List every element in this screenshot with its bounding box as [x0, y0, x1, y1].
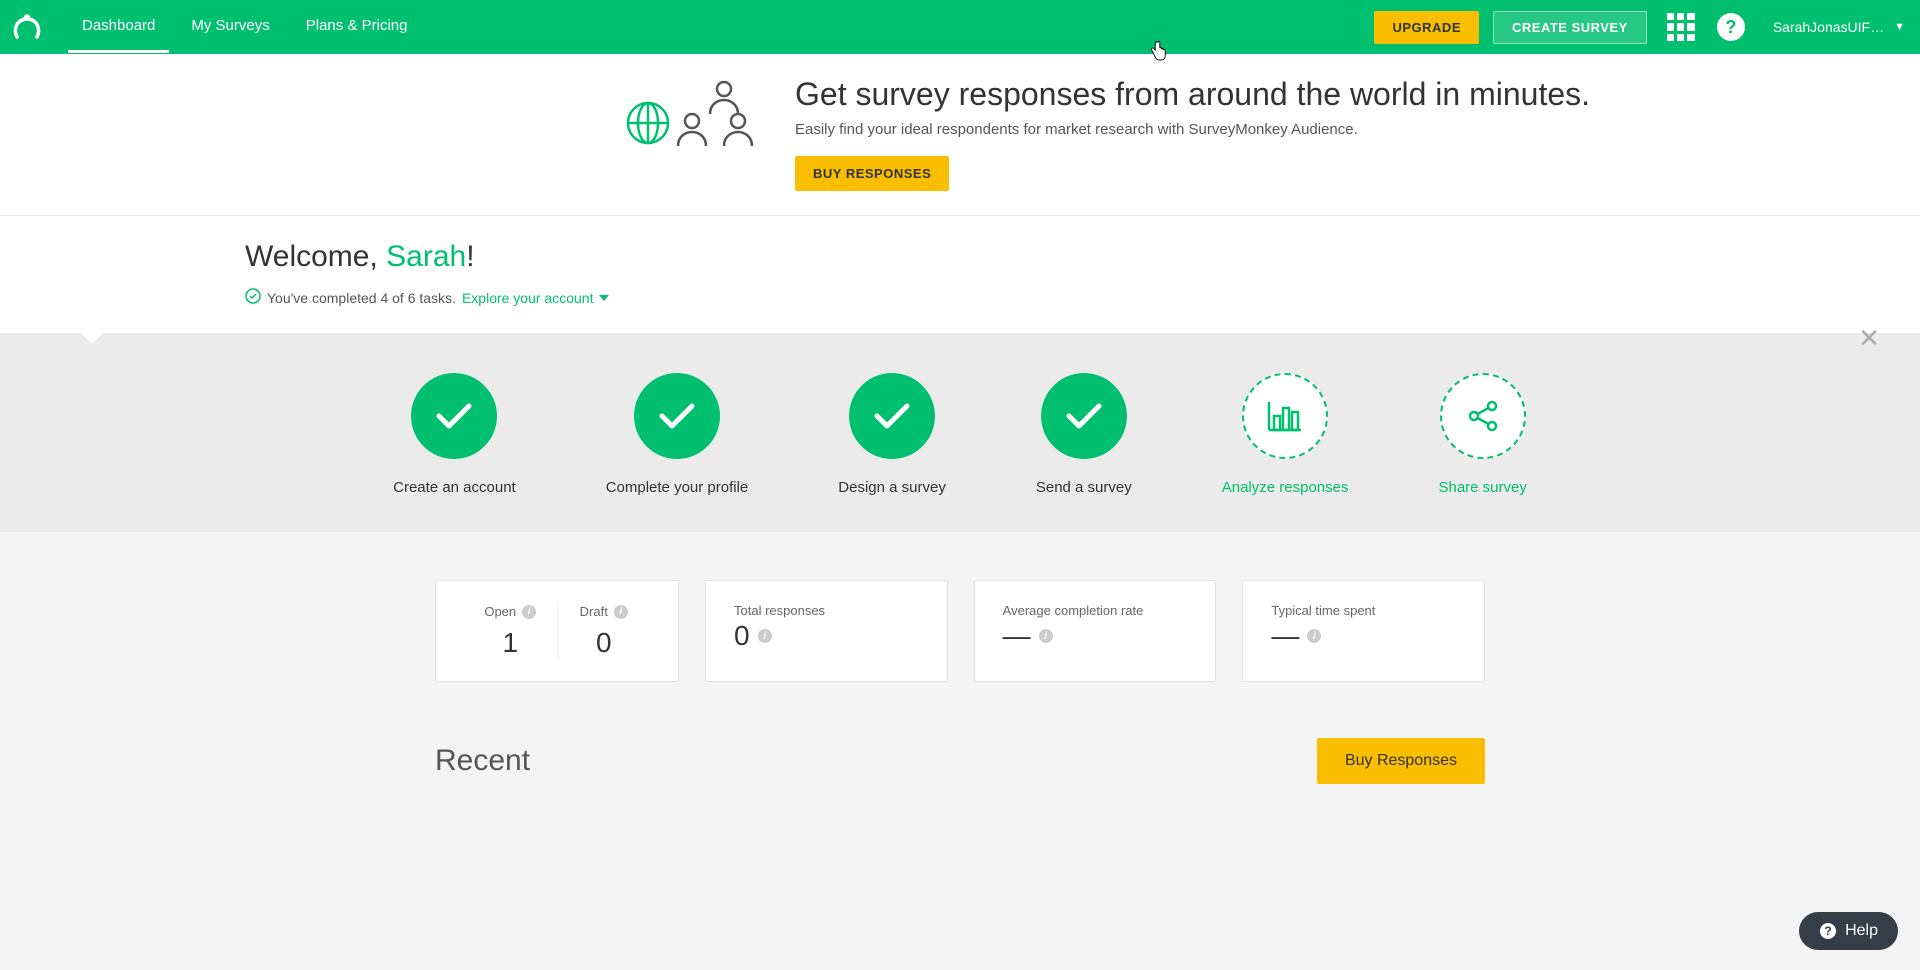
card-time-spent: Typical time spent — i	[1242, 580, 1485, 682]
task-label: Share survey	[1438, 479, 1526, 496]
promo-graphic-icon	[620, 76, 755, 151]
total-responses-value: 0	[734, 620, 750, 652]
nav-links: Dashboard My Surveys Plans & Pricing	[68, 1, 421, 53]
welcome-title: Welcome, Sarah!	[245, 240, 1675, 274]
caret-down-icon	[599, 295, 609, 301]
task-label: Send a survey	[1036, 479, 1132, 496]
nav-dashboard[interactable]: Dashboard	[68, 1, 169, 53]
onboarding-tasks-strip: ✕ Create an account Complete your profil…	[0, 333, 1920, 532]
task-share-survey[interactable]: Share survey	[1438, 373, 1526, 496]
avg-completion-value: —	[1003, 620, 1031, 652]
task-circle-pending-icon	[1242, 373, 1328, 459]
total-responses-label: Total responses	[734, 603, 919, 618]
promo-banner: Get survey responses from around the wor…	[0, 54, 1920, 216]
nav-plans-pricing[interactable]: Plans & Pricing	[292, 1, 422, 53]
help-icon[interactable]: ?	[1717, 13, 1745, 41]
share-icon	[1466, 399, 1500, 433]
draft-label: Draft i	[580, 604, 628, 619]
task-label: Create an account	[393, 479, 516, 496]
task-circle-done-icon	[1041, 373, 1127, 459]
task-label: Complete your profile	[606, 479, 749, 496]
task-send-survey[interactable]: Send a survey	[1036, 373, 1132, 496]
promo-title: Get survey responses from around the wor…	[795, 76, 1590, 113]
task-circle-pending-icon	[1440, 373, 1526, 459]
card-surveys-count: Open i 1 Draft i 0	[435, 580, 679, 682]
task-circle-done-icon	[849, 373, 935, 459]
user-menu-caret-icon[interactable]: ▼	[1894, 21, 1905, 33]
welcome-section: Welcome, Sarah! You've completed 4 of 6 …	[0, 216, 1920, 333]
help-bubble-icon: ?	[1819, 922, 1837, 940]
help-widget-label: Help	[1845, 922, 1878, 940]
bar-chart-icon	[1267, 400, 1303, 432]
task-label: Design a survey	[838, 479, 946, 496]
task-circle-done-icon	[411, 373, 497, 459]
task-design-survey[interactable]: Design a survey	[838, 373, 946, 496]
promo-subtitle: Easily find your ideal respondents for m…	[795, 121, 1590, 138]
draft-value: 0	[558, 627, 651, 659]
recent-section: Recent Buy Responses	[435, 682, 1485, 784]
task-analyze-responses[interactable]: Analyze responses	[1222, 373, 1349, 496]
close-icon[interactable]: ✕	[1858, 323, 1880, 354]
info-icon[interactable]: i	[758, 629, 772, 643]
check-circle-icon	[245, 288, 261, 307]
svg-text:?: ?	[1824, 924, 1831, 938]
open-value: 1	[464, 627, 557, 659]
help-widget[interactable]: ? Help	[1799, 912, 1898, 950]
buy-responses-button[interactable]: BUY RESPONSES	[795, 156, 949, 191]
avg-completion-label: Average completion rate	[1003, 603, 1188, 618]
card-avg-completion: Average completion rate — i	[974, 580, 1217, 682]
task-create-account[interactable]: Create an account	[393, 373, 516, 496]
info-icon[interactable]: i	[1307, 629, 1321, 643]
welcome-suffix: !	[466, 240, 474, 273]
nav-my-surveys[interactable]: My Surveys	[177, 1, 283, 53]
time-spent-label: Typical time spent	[1271, 603, 1456, 618]
create-survey-button[interactable]: CREATE SURVEY	[1493, 11, 1647, 44]
apps-grid-icon[interactable]	[1667, 13, 1695, 41]
task-label: Analyze responses	[1222, 479, 1349, 496]
time-spent-value: —	[1271, 620, 1299, 652]
username-label[interactable]: SarahJonasUIF…	[1773, 19, 1884, 35]
tasks-progress-row: You've completed 4 of 6 tasks. Explore y…	[245, 288, 1675, 307]
recent-title: Recent	[435, 744, 530, 778]
card-total-responses: Total responses 0 i	[705, 580, 948, 682]
open-label: Open i	[484, 604, 536, 619]
explore-account-link[interactable]: Explore your account	[462, 290, 610, 306]
top-nav: Dashboard My Surveys Plans & Pricing UPG…	[0, 0, 1920, 54]
welcome-name: Sarah	[386, 240, 466, 273]
buy-responses-button-2[interactable]: Buy Responses	[1317, 738, 1485, 784]
welcome-prefix: Welcome,	[245, 240, 386, 273]
explore-label: Explore your account	[462, 290, 594, 306]
info-icon[interactable]: i	[1039, 629, 1053, 643]
task-complete-profile[interactable]: Complete your profile	[606, 373, 749, 496]
upgrade-button[interactable]: UPGRADE	[1374, 11, 1479, 44]
tasks-progress-text: You've completed 4 of 6 tasks.	[267, 290, 456, 306]
task-circle-done-icon	[634, 373, 720, 459]
info-icon[interactable]: i	[522, 605, 536, 619]
info-icon[interactable]: i	[614, 605, 628, 619]
logo-icon[interactable]	[10, 8, 48, 46]
stats-section: Open i 1 Draft i 0 Total responses 0 i A…	[0, 532, 1920, 682]
